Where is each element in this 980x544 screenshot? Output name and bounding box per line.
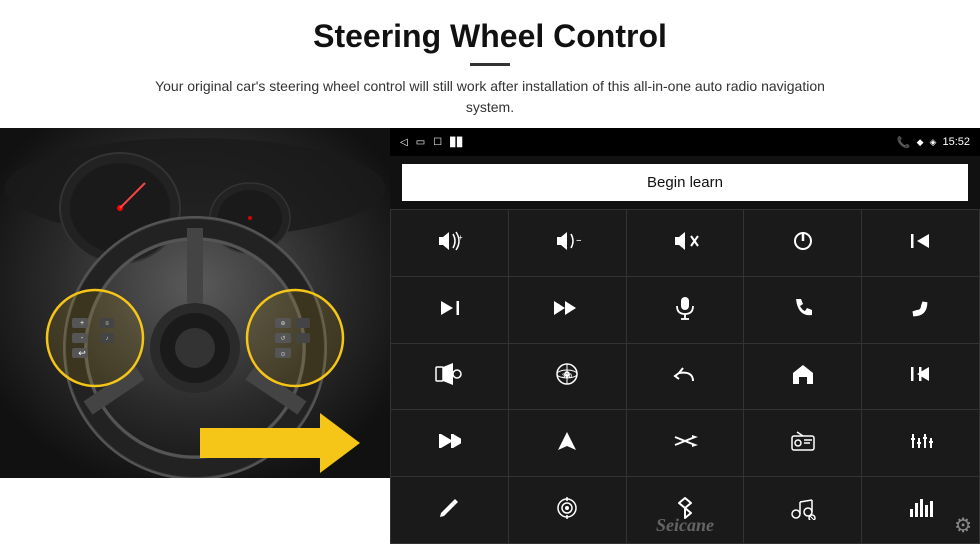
header-section: Steering Wheel Control Your original car… <box>0 0 980 128</box>
end-call-button[interactable] <box>862 277 979 343</box>
target-icon <box>555 496 579 524</box>
call-icon <box>792 297 814 323</box>
power-button[interactable] <box>744 210 861 276</box>
power-icon <box>792 230 814 256</box>
status-time: 15:52 <box>942 136 970 148</box>
edit-icon <box>438 497 460 523</box>
svg-text:360: 360 <box>562 374 573 380</box>
status-left: ◁ ▭ ☐ ▊▊ <box>400 137 464 148</box>
control-panel: ◁ ▭ ☐ ▊▊ 📞 ◆ ◈ 15:52 Begin learn <box>390 128 980 544</box>
radio-icon <box>790 430 816 456</box>
steering-wheel-svg: + - ↩ ≡ ♪ ⊕ ↺ ⊙ <box>0 128 390 478</box>
page-title: Steering Wheel Control <box>60 18 920 55</box>
music-settings-button[interactable] <box>744 477 861 543</box>
360-button[interactable]: 360 <box>509 344 626 410</box>
mic-button[interactable] <box>627 277 744 343</box>
begin-learn-row: Begin learn <box>390 156 980 209</box>
call-button[interactable] <box>744 277 861 343</box>
svg-text:⊙: ⊙ <box>280 352 285 358</box>
prev-track-icon <box>909 232 933 254</box>
spectrum-icon <box>908 497 934 523</box>
back-icon[interactable]: ◁ <box>400 137 408 148</box>
settings-gear-button[interactable]: ⚙ <box>954 513 972 538</box>
svg-text:↩: ↩ <box>78 348 86 358</box>
vol-up-button[interactable]: + <box>391 210 508 276</box>
phone-status-icon: 📞 <box>897 136 911 149</box>
navigate-icon <box>556 430 578 456</box>
next-track-button[interactable] <box>391 277 508 343</box>
status-right: 📞 ◆ ◈ 15:52 <box>897 136 970 149</box>
svg-text:⊕: ⊕ <box>280 321 285 327</box>
eq-button[interactable] <box>862 410 979 476</box>
recent-apps-icon[interactable]: ☐ <box>433 137 442 148</box>
360-icon: 360 <box>553 362 581 390</box>
content-area: + - ↩ ≡ ♪ ⊕ ↺ ⊙ <box>0 128 980 544</box>
mute-icon <box>671 230 699 256</box>
back-icon2 <box>673 363 697 389</box>
status-bar: ◁ ▭ ☐ ▊▊ 📞 ◆ ◈ 15:52 <box>390 128 980 156</box>
target-button[interactable] <box>509 477 626 543</box>
mute-button[interactable] <box>627 210 744 276</box>
edit-button[interactable] <box>391 477 508 543</box>
subtitle-text: Your original car's steering wheel contr… <box>140 76 840 118</box>
prev-track-button[interactable] <box>862 210 979 276</box>
vol-up-icon: + <box>435 230 463 256</box>
music-settings-icon <box>790 496 816 524</box>
bluetooth-button[interactable] <box>627 477 744 543</box>
vol-down-button[interactable]: − <box>509 210 626 276</box>
end-call-icon <box>908 297 934 323</box>
svg-text:−: − <box>576 235 581 247</box>
next-track-icon <box>437 299 461 321</box>
svg-text:≡: ≡ <box>105 321 109 327</box>
home-button[interactable] <box>744 344 861 410</box>
svg-text:+: + <box>80 320 84 327</box>
location-icon: ◆ <box>917 137 924 148</box>
bluetooth-icon <box>676 496 694 524</box>
home-nav-icon[interactable]: ▭ <box>416 137 425 148</box>
speaker-icon <box>435 362 463 390</box>
skip-next-icon <box>437 432 461 454</box>
skip-next-button[interactable] <box>391 410 508 476</box>
signal-bars-icon: ▊▊ <box>450 137 464 148</box>
speaker-button[interactable] <box>391 344 508 410</box>
settings2-button[interactable] <box>627 410 744 476</box>
eq-icon <box>909 430 933 456</box>
wifi-icon: ◈ <box>930 137 937 148</box>
steering-wheel-bg: + - ↩ ≡ ♪ ⊕ ↺ ⊙ <box>0 128 390 478</box>
back-button[interactable] <box>627 344 744 410</box>
svg-text:♪: ♪ <box>106 336 109 342</box>
photo-panel: + - ↩ ≡ ♪ ⊕ ↺ ⊙ <box>0 128 390 478</box>
rewind-button[interactable] <box>862 344 979 410</box>
title-divider <box>470 63 510 66</box>
navigate-button[interactable] <box>509 410 626 476</box>
fast-forward-button[interactable] <box>509 277 626 343</box>
svg-text:+: + <box>458 233 463 242</box>
home-icon <box>791 363 815 389</box>
svg-text:↺: ↺ <box>280 335 285 342</box>
controls-grid: + − <box>390 209 980 544</box>
radio-button[interactable] <box>744 410 861 476</box>
page-wrapper: Steering Wheel Control Your original car… <box>0 0 980 544</box>
begin-learn-button[interactable]: Begin learn <box>402 164 968 201</box>
rewind-icon <box>909 365 933 387</box>
fast-forward-icon <box>552 299 582 321</box>
shuffle-icon <box>672 432 698 454</box>
vol-down-icon: − <box>553 230 581 256</box>
mic-icon <box>675 296 695 324</box>
